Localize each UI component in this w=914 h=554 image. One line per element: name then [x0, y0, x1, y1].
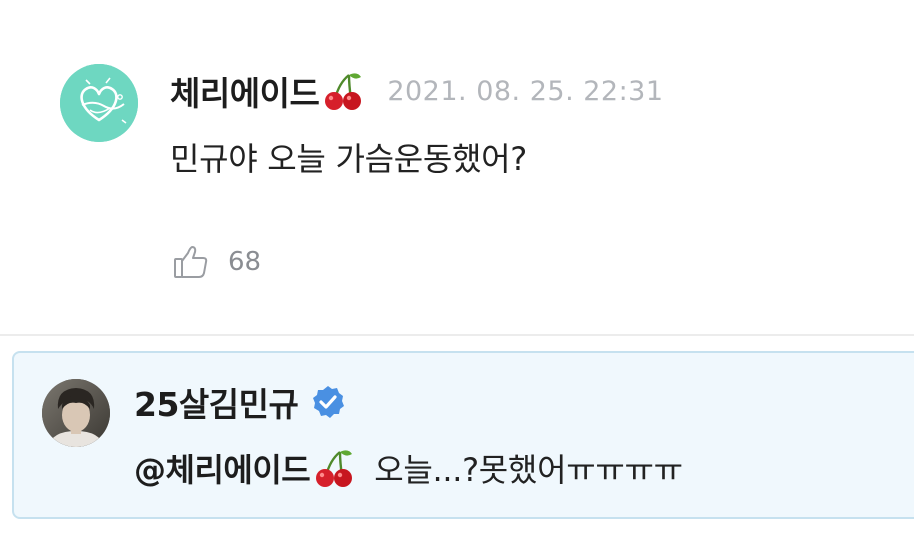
mention-link[interactable]: @체리에이드 — [134, 445, 311, 491]
thumbs-up-icon — [174, 246, 208, 278]
divider — [0, 334, 914, 336]
reply-text: 오늘...?못했어ㅠㅠㅠㅠ — [374, 451, 683, 489]
reply-header: 25살김민규 — [134, 377, 346, 427]
timestamp: 2021. 08. 25. 22:31 — [387, 75, 664, 107]
username[interactable]: 체리에이드 — [170, 67, 320, 115]
comment: 체리에이드 2021. 08. 25. 22:31 민규야 오늘 가슴운동했어?… — [0, 0, 914, 336]
comment-body: 민규야 오늘 가슴운동했어? — [170, 140, 527, 178]
avatar[interactable] — [42, 379, 110, 447]
verified-badge-icon — [313, 386, 345, 418]
reply: 25살김민규 @체리에이드 오늘...?못했어ㅠㅠㅠㅠ — [12, 351, 914, 519]
cherry-icon — [325, 73, 362, 110]
profile-photo-icon — [42, 379, 110, 447]
heart-doodle-icon — [60, 64, 138, 142]
like-button[interactable]: 68 — [172, 242, 261, 282]
fan-comment-thread: 체리에이드 2021. 08. 25. 22:31 민규야 오늘 가슴운동했어?… — [0, 0, 914, 554]
comment-header: 체리에이드 2021. 08. 25. 22:31 — [170, 66, 664, 116]
username[interactable]: 25살김민규 — [134, 378, 299, 426]
reply-body: @체리에이드 오늘...?못했어ㅠㅠㅠㅠ — [134, 443, 683, 493]
like-count: 68 — [228, 247, 262, 277]
cherry-icon — [316, 450, 353, 487]
avatar[interactable] — [60, 64, 138, 142]
